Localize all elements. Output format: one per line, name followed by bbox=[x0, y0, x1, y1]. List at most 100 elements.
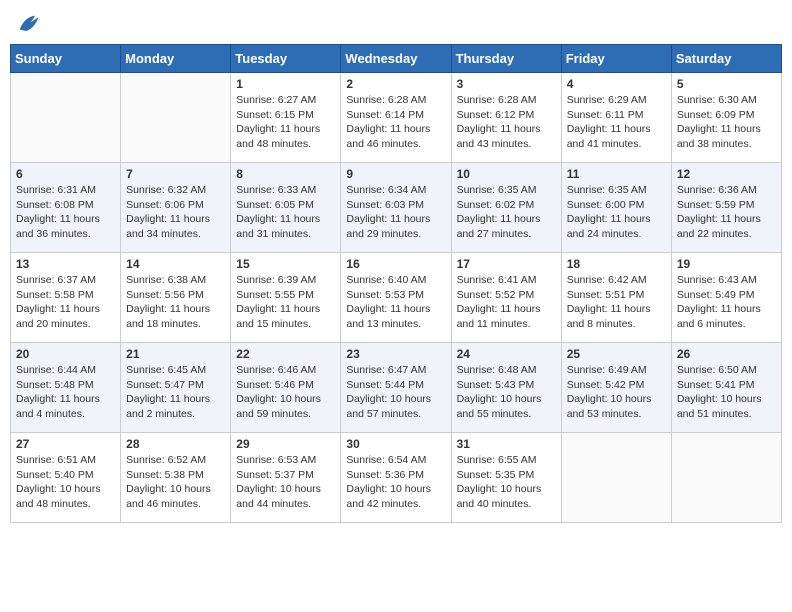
calendar-cell bbox=[11, 73, 121, 163]
cell-content: Sunrise: 6:29 AM Sunset: 6:11 PM Dayligh… bbox=[567, 93, 666, 152]
calendar-cell: 3 Sunrise: 6:28 AM Sunset: 6:12 PM Daylig… bbox=[451, 73, 561, 163]
day-number: 18 bbox=[567, 257, 666, 271]
cell-content: Sunrise: 6:55 AM Sunset: 5:35 PM Dayligh… bbox=[457, 453, 556, 512]
day-of-week-header: Wednesday bbox=[341, 45, 451, 73]
cell-content: Sunrise: 6:47 AM Sunset: 5:44 PM Dayligh… bbox=[346, 363, 445, 422]
calendar-cell: 1 Sunrise: 6:27 AM Sunset: 6:15 PM Daylig… bbox=[231, 73, 341, 163]
day-number: 17 bbox=[457, 257, 556, 271]
cell-content: Sunrise: 6:45 AM Sunset: 5:47 PM Dayligh… bbox=[126, 363, 225, 422]
day-number: 8 bbox=[236, 167, 335, 181]
day-of-week-header: Saturday bbox=[671, 45, 781, 73]
calendar-cell: 13Sunrise: 6:37 AM Sunset: 5:58 PM Dayli… bbox=[11, 253, 121, 343]
calendar-cell bbox=[671, 433, 781, 523]
day-number: 21 bbox=[126, 347, 225, 361]
day-number: 19 bbox=[677, 257, 776, 271]
calendar-cell: 7Sunrise: 6:32 AM Sunset: 6:06 PM Daylig… bbox=[121, 163, 231, 253]
calendar-cell: 21 Sunrise: 6:45 AM Sunset: 5:47 PM Dayli… bbox=[121, 343, 231, 433]
logo bbox=[14, 10, 44, 38]
day-number: 26 bbox=[677, 347, 776, 361]
cell-content: Sunrise: 6:43 AM Sunset: 5:49 PM Dayligh… bbox=[677, 273, 776, 332]
day-of-week-header: Sunday bbox=[11, 45, 121, 73]
day-number: 11 bbox=[567, 167, 666, 181]
cell-content: Sunrise: 6:52 AM Sunset: 5:38 PM Dayligh… bbox=[126, 453, 225, 512]
cell-content: Sunrise: 6:50 AM Sunset: 5:41 PM Dayligh… bbox=[677, 363, 776, 422]
cell-content: Sunrise: 6:28 AM Sunset: 6:14 PM Dayligh… bbox=[346, 93, 445, 152]
cell-content: Sunrise: 6:48 AM Sunset: 5:43 PM Dayligh… bbox=[457, 363, 556, 422]
day-number: 16 bbox=[346, 257, 445, 271]
day-number: 15 bbox=[236, 257, 335, 271]
cell-content: Sunrise: 6:35 AM Sunset: 6:02 PM Dayligh… bbox=[457, 183, 556, 242]
day-number: 10 bbox=[457, 167, 556, 181]
calendar-cell: 10 Sunrise: 6:35 AM Sunset: 6:02 PM Dayli… bbox=[451, 163, 561, 253]
cell-content: Sunrise: 6:44 AM Sunset: 5:48 PM Dayligh… bbox=[16, 363, 115, 422]
calendar-cell: 26 Sunrise: 6:50 AM Sunset: 5:41 PM Dayli… bbox=[671, 343, 781, 433]
day-number: 4 bbox=[567, 77, 666, 91]
day-number: 14 bbox=[126, 257, 225, 271]
cell-content: Sunrise: 6:49 AM Sunset: 5:42 PM Dayligh… bbox=[567, 363, 666, 422]
calendar-cell: 31Sunrise: 6:55 AM Sunset: 5:35 PM Dayli… bbox=[451, 433, 561, 523]
calendar-cell: 18 Sunrise: 6:42 AM Sunset: 5:51 PM Dayli… bbox=[561, 253, 671, 343]
calendar-header-row: SundayMondayTuesdayWednesdayThursdayFrid… bbox=[11, 45, 782, 73]
day-number: 6 bbox=[16, 167, 115, 181]
day-number: 5 bbox=[677, 77, 776, 91]
cell-content: Sunrise: 6:51 AM Sunset: 5:40 PM Dayligh… bbox=[16, 453, 115, 512]
cell-content: Sunrise: 6:27 AM Sunset: 6:15 PM Dayligh… bbox=[236, 93, 335, 152]
cell-content: Sunrise: 6:40 AM Sunset: 5:53 PM Dayligh… bbox=[346, 273, 445, 332]
day-number: 1 bbox=[236, 77, 335, 91]
cell-content: Sunrise: 6:38 AM Sunset: 5:56 PM Dayligh… bbox=[126, 273, 225, 332]
calendar-cell: 28 Sunrise: 6:52 AM Sunset: 5:38 PM Dayli… bbox=[121, 433, 231, 523]
calendar-cell: 15 Sunrise: 6:39 AM Sunset: 5:55 PM Dayli… bbox=[231, 253, 341, 343]
calendar-week-row: 20 Sunrise: 6:44 AM Sunset: 5:48 PM Dayli… bbox=[11, 343, 782, 433]
calendar-cell: 5 Sunrise: 6:30 AM Sunset: 6:09 PM Daylig… bbox=[671, 73, 781, 163]
calendar-cell: 30 Sunrise: 6:54 AM Sunset: 5:36 PM Dayli… bbox=[341, 433, 451, 523]
day-number: 30 bbox=[346, 437, 445, 451]
calendar-cell: 29 Sunrise: 6:53 AM Sunset: 5:37 PM Dayli… bbox=[231, 433, 341, 523]
day-number: 3 bbox=[457, 77, 556, 91]
day-number: 24 bbox=[457, 347, 556, 361]
day-number: 28 bbox=[126, 437, 225, 451]
cell-content: Sunrise: 6:34 AM Sunset: 6:03 PM Dayligh… bbox=[346, 183, 445, 242]
calendar-cell: 27Sunrise: 6:51 AM Sunset: 5:40 PM Dayli… bbox=[11, 433, 121, 523]
cell-content: Sunrise: 6:33 AM Sunset: 6:05 PM Dayligh… bbox=[236, 183, 335, 242]
cell-content: Sunrise: 6:39 AM Sunset: 5:55 PM Dayligh… bbox=[236, 273, 335, 332]
cell-content: Sunrise: 6:28 AM Sunset: 6:12 PM Dayligh… bbox=[457, 93, 556, 152]
calendar-cell: 25 Sunrise: 6:49 AM Sunset: 5:42 PM Dayli… bbox=[561, 343, 671, 433]
calendar-cell bbox=[561, 433, 671, 523]
cell-content: Sunrise: 6:36 AM Sunset: 5:59 PM Dayligh… bbox=[677, 183, 776, 242]
calendar-cell: 17Sunrise: 6:41 AM Sunset: 5:52 PM Dayli… bbox=[451, 253, 561, 343]
day-number: 25 bbox=[567, 347, 666, 361]
cell-content: Sunrise: 6:31 AM Sunset: 6:08 PM Dayligh… bbox=[16, 183, 115, 242]
calendar-cell bbox=[121, 73, 231, 163]
cell-content: Sunrise: 6:35 AM Sunset: 6:00 PM Dayligh… bbox=[567, 183, 666, 242]
calendar-cell: 2 Sunrise: 6:28 AM Sunset: 6:14 PM Daylig… bbox=[341, 73, 451, 163]
calendar-cell: 12 Sunrise: 6:36 AM Sunset: 5:59 PM Dayli… bbox=[671, 163, 781, 253]
day-number: 29 bbox=[236, 437, 335, 451]
calendar-cell: 8 Sunrise: 6:33 AM Sunset: 6:05 PM Daylig… bbox=[231, 163, 341, 253]
day-number: 23 bbox=[346, 347, 445, 361]
day-of-week-header: Monday bbox=[121, 45, 231, 73]
calendar-cell: 19 Sunrise: 6:43 AM Sunset: 5:49 PM Dayli… bbox=[671, 253, 781, 343]
cell-content: Sunrise: 6:32 AM Sunset: 6:06 PM Dayligh… bbox=[126, 183, 225, 242]
calendar-cell: 23 Sunrise: 6:47 AM Sunset: 5:44 PM Dayli… bbox=[341, 343, 451, 433]
calendar-cell: 6 Sunrise: 6:31 AM Sunset: 6:08 PM Daylig… bbox=[11, 163, 121, 253]
calendar-table: SundayMondayTuesdayWednesdayThursdayFrid… bbox=[10, 44, 782, 523]
cell-content: Sunrise: 6:30 AM Sunset: 6:09 PM Dayligh… bbox=[677, 93, 776, 152]
cell-content: Sunrise: 6:42 AM Sunset: 5:51 PM Dayligh… bbox=[567, 273, 666, 332]
day-of-week-header: Thursday bbox=[451, 45, 561, 73]
day-number: 22 bbox=[236, 347, 335, 361]
calendar-week-row: 6 Sunrise: 6:31 AM Sunset: 6:08 PM Daylig… bbox=[11, 163, 782, 253]
calendar-cell: 11 Sunrise: 6:35 AM Sunset: 6:00 PM Dayli… bbox=[561, 163, 671, 253]
calendar-cell: 14 Sunrise: 6:38 AM Sunset: 5:56 PM Dayli… bbox=[121, 253, 231, 343]
day-of-week-header: Friday bbox=[561, 45, 671, 73]
calendar-cell: 20 Sunrise: 6:44 AM Sunset: 5:48 PM Dayli… bbox=[11, 343, 121, 433]
cell-content: Sunrise: 6:53 AM Sunset: 5:37 PM Dayligh… bbox=[236, 453, 335, 512]
cell-content: Sunrise: 6:54 AM Sunset: 5:36 PM Dayligh… bbox=[346, 453, 445, 512]
day-number: 12 bbox=[677, 167, 776, 181]
day-number: 2 bbox=[346, 77, 445, 91]
calendar-cell: 24 Sunrise: 6:48 AM Sunset: 5:43 PM Dayli… bbox=[451, 343, 561, 433]
calendar-cell: 22Sunrise: 6:46 AM Sunset: 5:46 PM Dayli… bbox=[231, 343, 341, 433]
page-header bbox=[10, 10, 782, 38]
logo-icon bbox=[14, 10, 42, 38]
day-number: 20 bbox=[16, 347, 115, 361]
day-of-week-header: Tuesday bbox=[231, 45, 341, 73]
